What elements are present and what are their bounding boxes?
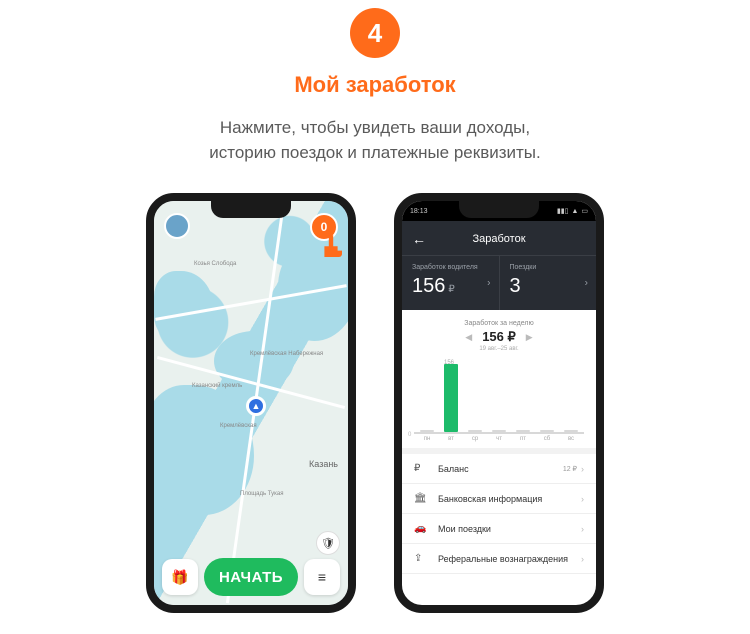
chevron-right-icon: ›: [581, 464, 584, 474]
bar-value-label: 156: [444, 360, 454, 366]
day-label: сб: [540, 436, 554, 442]
battery-icon: ▭: [581, 207, 588, 215]
car-icon: 🚗: [414, 523, 430, 534]
phone-notch: [459, 200, 539, 218]
section-description: Нажмите, чтобы увидеть ваши доходы, исто…: [20, 116, 730, 165]
desc-line-1: Нажмите, чтобы увидеть ваши доходы,: [220, 118, 530, 137]
day-label: вс: [564, 436, 578, 442]
day-label: пн: [420, 436, 434, 442]
weekly-bar-chart: 156 0 пн вт ср чт пт сб: [402, 358, 596, 448]
list-item-bank-info[interactable]: 🏛 Банковская информация ›: [402, 484, 596, 514]
phone-notch: [211, 200, 291, 218]
chevron-right-icon: ›: [585, 278, 588, 289]
section-title: Мой заработок: [20, 72, 730, 98]
step-number-badge: 4: [350, 8, 400, 58]
list-item-label: Баланс: [438, 464, 469, 474]
menu-icon: ≡: [318, 569, 326, 585]
day-label: ср: [468, 436, 482, 442]
promotions-button[interactable]: 🎁: [162, 559, 198, 595]
day-label: вт: [444, 436, 458, 442]
phone-earnings: 18:13 ▮▮▯ ▲ ▭ ← Заработок Заработок води…: [394, 193, 604, 613]
ruble-icon: ₽: [414, 463, 430, 474]
stat-label: Поездки: [510, 264, 587, 271]
next-week-button[interactable]: ▶: [526, 332, 533, 343]
prev-week-button[interactable]: ◀: [465, 332, 472, 343]
chevron-right-icon: ›: [581, 494, 584, 504]
day-label: пт: [516, 436, 530, 442]
day-label: чт: [492, 436, 506, 442]
map-label-kozya: Козья Слобода: [194, 261, 236, 267]
phone-map: Козья Слобода Кремлёвская Набережная Каз…: [146, 193, 356, 613]
desc-line-2: историю поездок и платежные реквизиты.: [209, 143, 541, 162]
map-label-tukaya: Площадь Тукая: [240, 491, 283, 497]
gift-icon: 🎁: [171, 569, 188, 586]
map-label-kazan: Казань: [309, 459, 338, 469]
x-axis-labels: пн вт ср чт пт сб вс: [414, 434, 584, 442]
week-label: Заработок за неделю: [414, 320, 584, 327]
stat-value: 156: [412, 275, 445, 298]
menu-button[interactable]: ≡: [304, 559, 340, 595]
chevron-right-icon: ›: [581, 524, 584, 534]
chevron-right-icon: ›: [487, 278, 490, 289]
start-button[interactable]: НАЧАТЬ: [204, 558, 298, 596]
ruble-icon: ₽: [448, 284, 454, 295]
week-date-range: 19 авг.–25 авг.: [414, 346, 584, 352]
chevron-right-icon: ›: [581, 554, 584, 564]
stat-driver-earnings[interactable]: Заработок водителя 156 ₽ ›: [402, 256, 500, 310]
page-title: Заработок: [472, 233, 525, 245]
share-icon: ⇪: [414, 553, 430, 564]
y-axis-zero: 0: [408, 432, 411, 438]
list-item-label: Мои поездки: [438, 524, 491, 534]
wifi-icon: ▲: [571, 208, 578, 215]
earnings-header: ← Заработок Заработок водителя 156 ₽ › П…: [402, 221, 596, 310]
status-time: 18:13: [410, 208, 428, 215]
balance-value: 12 ₽: [563, 465, 577, 473]
signal-icon: ▮▮▯: [557, 207, 569, 215]
list-item-my-trips[interactable]: 🚗 Мои поездки ›: [402, 514, 596, 544]
phone-mockups-row: Козья Слобода Кремлёвская Набережная Каз…: [20, 193, 730, 613]
list-item-referral[interactable]: ⇪ Реферальные вознаграждения ›: [402, 544, 596, 574]
map-label-kremlin: Казанский кремль: [192, 383, 242, 389]
earnings-menu-list: ₽ Баланс 12 ₽ › 🏛 Банковская информация …: [402, 448, 596, 574]
stat-label: Заработок водителя: [412, 264, 489, 271]
stat-value: 3: [510, 275, 521, 298]
bank-icon: 🏛: [414, 493, 430, 504]
list-item-label: Реферальные вознаграждения: [438, 554, 568, 564]
bottom-action-bar: 🎁 НАЧАТЬ ≡: [162, 557, 340, 597]
list-item-label: Банковская информация: [438, 494, 542, 504]
map-label-naberezh: Кремлёвская Набережная: [250, 351, 323, 357]
back-button[interactable]: ←: [412, 231, 426, 247]
list-item-balance[interactable]: ₽ Баланс 12 ₽ ›: [402, 454, 596, 484]
weekly-earnings-section: Заработок за неделю ◀ 156 ₽ ▶ 19 авг.–25…: [402, 310, 596, 358]
stat-trips[interactable]: Поездки 3 ›: [500, 256, 597, 310]
week-amount: 156 ₽: [482, 329, 516, 345]
map-label-kremlevskaya: Кремлёвская: [220, 423, 257, 429]
